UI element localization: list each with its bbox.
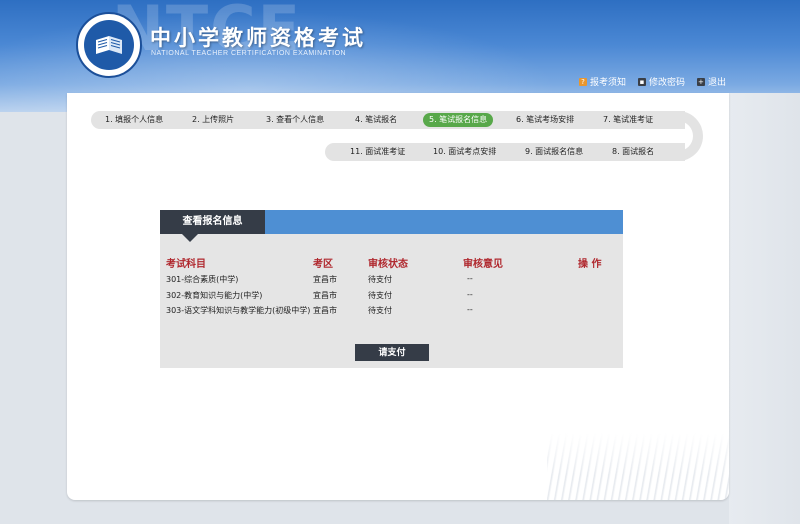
col-header-status: 审核状态 <box>368 259 408 270</box>
step-interview-register-info[interactable]: 9. 面试报名信息 <box>525 145 583 159</box>
row-status: 待支付 <box>368 306 392 315</box>
row-status: 待支付 <box>368 291 392 300</box>
row-opinion: -- <box>467 290 473 299</box>
step-interview-site[interactable]: 10. 面试考点安排 <box>433 145 496 159</box>
site-title: 中小学教师资格考试 <box>150 25 366 50</box>
change-password-label: 修改密码 <box>648 78 685 88</box>
row-subject: 301-综合素质(中学) <box>166 275 239 284</box>
pay-button[interactable]: 请支付 <box>355 344 429 361</box>
main-panel: 1. 填报个人信息 2. 上传照片 3. 查看个人信息 4. 笔试报名 5. 笔… <box>67 93 729 500</box>
row-opinion: -- <box>467 274 473 283</box>
step-upload-photo[interactable]: 2. 上传照片 <box>192 113 234 127</box>
step-written-register-info[interactable]: 5. 笔试报名信息 <box>423 113 494 127</box>
step-interview-register[interactable]: 8. 面试报名 <box>612 145 654 159</box>
step-written-room[interactable]: 6. 笔试考场安排 <box>516 113 574 127</box>
row-subject: 303-语文学科知识与教学能力(初级中学) <box>166 306 311 315</box>
registration-info-box: 查看报名信息 考试科目 考区 审核状态 审核意见 操 作 301-综合素质(中学… <box>160 210 623 368</box>
row-area: 宜昌市 <box>313 306 337 315</box>
question-icon: ? <box>578 77 587 86</box>
top-links: ? 报考须知 ▪ 修改密码 + 退出 <box>578 75 726 88</box>
exam-notice-link[interactable]: ? 报考须知 <box>578 75 626 88</box>
step-written-admission-ticket[interactable]: 7. 笔试准考证 <box>603 113 653 127</box>
site-subtitle: NATIONAL TEACHER CERTIFICATION EXAMINATI… <box>151 50 347 57</box>
step-fill-personal-info[interactable]: 1. 填报个人信息 <box>105 113 163 127</box>
logout-link[interactable]: + 退出 <box>696 75 726 88</box>
info-title-tab: 查看报名信息 <box>160 210 265 234</box>
step-interview-admission-ticket[interactable]: 11. 面试准考证 <box>350 145 405 159</box>
row-opinion: -- <box>467 305 473 314</box>
col-header-area: 考区 <box>313 259 333 270</box>
book-icon <box>84 20 134 70</box>
plus-icon: + <box>696 77 705 86</box>
change-password-link[interactable]: ▪ 修改密码 <box>637 75 685 88</box>
row-status: 待支付 <box>368 275 392 284</box>
decorative-skyline <box>547 433 729 500</box>
step-view-personal-info[interactable]: 3. 查看个人信息 <box>266 113 324 127</box>
row-subject: 302-教育知识与能力(中学) <box>166 291 263 300</box>
ntce-logo <box>76 12 142 78</box>
row-area: 宜昌市 <box>313 275 337 284</box>
exam-notice-label: 报考须知 <box>589 78 626 88</box>
logout-label: 退出 <box>707 78 726 88</box>
key-icon: ▪ <box>637 77 646 86</box>
row-area: 宜昌市 <box>313 291 337 300</box>
col-header-action: 操 作 <box>578 259 602 270</box>
col-header-subject: 考试科目 <box>166 259 206 270</box>
info-tab-arrow <box>182 234 198 242</box>
right-shade <box>729 93 800 524</box>
step-written-register[interactable]: 4. 笔试报名 <box>355 113 397 127</box>
col-header-opinion: 审核意见 <box>463 259 503 270</box>
